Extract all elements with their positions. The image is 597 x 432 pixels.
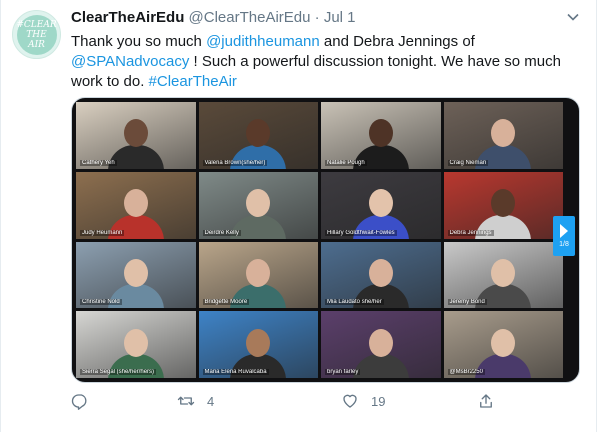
caret-down-icon[interactable] — [566, 10, 580, 24]
participant-figure-head — [123, 328, 148, 357]
image-counter: 1/8 — [559, 241, 569, 248]
participant-name: Cathery Yeh — [80, 159, 117, 166]
avatar-logo: #CLEAR THE AIR — [16, 14, 57, 55]
participant-tile: Mia Laudato she/her — [321, 241, 441, 309]
separator-dot: · — [314, 9, 320, 26]
participant-figure-head — [123, 189, 148, 218]
author-handle[interactable]: @ClearTheAirEdu — [189, 9, 311, 26]
participant-figure-head — [491, 189, 516, 218]
participant-name: Sierra Segal (she/her/hers) — [80, 369, 157, 375]
tweet-header: ClearTheAirEdu @ClearTheAirEdu · Jul 1 — [71, 9, 356, 26]
participant-figure-head — [491, 258, 516, 287]
participant-name: Debra Jennings — [447, 229, 494, 236]
next-image-button[interactable]: 1/8 — [553, 216, 575, 256]
retweet-icon — [177, 396, 195, 406]
participant-name: Mia Laudato she/her — [325, 299, 384, 306]
participant-tile: Deirdre Kelly — [198, 171, 318, 239]
participant-name: Maria Elena Ruvalcaba — [202, 369, 269, 375]
video-call-grid: Cathery Yeh Valeria Brown(she/her) Natalie… — [76, 102, 563, 378]
tweet-media-image[interactable]: Cathery Yeh Valeria Brown(she/her) Natalie… — [71, 97, 580, 383]
participant-name: Jeremy Bond — [447, 299, 487, 306]
participant-figure-head — [491, 328, 516, 357]
participant-tile: Cathery Yeh — [76, 102, 196, 169]
participant-tile: Jeremy Bond — [443, 241, 563, 309]
like-button[interactable]: 19 — [341, 392, 385, 410]
avatar-logo-text-top: #CLEAR — [16, 19, 57, 30]
share-button[interactable] — [477, 392, 495, 410]
avatar[interactable]: #CLEAR THE AIR — [12, 10, 61, 59]
participant-figure-head — [246, 328, 271, 357]
participant-name: Hillary Goldthwait-Fowles — [325, 229, 397, 236]
participant-tile: Christine Nold — [76, 241, 196, 309]
participant-tile: Sierra Segal (she/her/hers) — [76, 311, 196, 378]
participant-tile: Craig Nieman — [443, 102, 563, 169]
participant-figure-head — [246, 258, 271, 287]
tweet-actions: 4 19 — [71, 392, 501, 416]
participant-tile: Bridgette Moore — [198, 241, 318, 309]
participant-figure-head — [368, 119, 393, 148]
retweet-button[interactable]: 4 — [177, 392, 214, 410]
participant-figure-head — [246, 189, 271, 218]
participant-tile: Valeria Brown(she/her) — [198, 102, 318, 169]
chevron-right-icon — [560, 224, 568, 238]
participant-figure-head — [491, 119, 516, 148]
participant-tile: Debra Jennings — [443, 171, 563, 239]
hashtag-cleartheair[interactable]: #ClearTheAir — [149, 73, 237, 90]
share-icon — [480, 394, 492, 408]
like-icon — [343, 394, 357, 408]
participant-name: bryan farley — [325, 369, 361, 375]
participant-figure-head — [246, 119, 271, 148]
participant-name: @MsBr2250 — [447, 369, 485, 375]
tweet-card[interactable]: #CLEAR THE AIR ClearTheAirEdu @ClearTheA… — [0, 0, 597, 432]
reply-icon — [71, 394, 87, 410]
tweet-text-part-2: and Debra Jennings of — [319, 33, 475, 50]
participant-figure-head — [368, 258, 393, 287]
avatar-logo-text-bottom: THE AIR — [26, 29, 47, 50]
mention-spanadvocacy[interactable]: @SPANadvocacy — [71, 53, 189, 70]
tweet-text: Thank you so much @judithheumann and Deb… — [71, 32, 583, 92]
participant-tile: bryan farley — [321, 311, 441, 378]
participant-figure-head — [123, 258, 148, 287]
participant-name: Valeria Brown(she/her) — [202, 159, 268, 166]
participant-tile: Judy Heumann — [76, 171, 196, 239]
participant-tile: Natalie Pough — [321, 102, 441, 169]
participant-name: Christine Nold — [80, 299, 122, 306]
tweet-date[interactable]: Jul 1 — [324, 9, 356, 26]
participant-figure-head — [368, 189, 393, 218]
participant-figure-head — [123, 119, 148, 148]
retweet-count: 4 — [207, 393, 215, 409]
tweet-text-part-1: Thank you so much — [71, 33, 207, 50]
author-name[interactable]: ClearTheAirEdu — [71, 9, 184, 26]
reply-button[interactable] — [71, 392, 101, 410]
mention-judithheumann[interactable]: @judithheumann — [206, 33, 320, 50]
participant-tile: @MsBr2250 — [443, 311, 563, 378]
participant-tile: Hillary Goldthwait-Fowles — [321, 171, 441, 239]
participant-name: Bridgette Moore — [202, 299, 250, 306]
participant-name: Craig Nieman — [447, 159, 489, 166]
participant-name: Judy Heumann — [80, 229, 125, 236]
participant-figure-head — [368, 328, 393, 357]
like-count: 19 — [371, 393, 386, 409]
participant-tile: Maria Elena Ruvalcaba — [198, 311, 318, 378]
participant-name: Natalie Pough — [325, 159, 367, 166]
participant-name: Deirdre Kelly — [202, 229, 241, 236]
